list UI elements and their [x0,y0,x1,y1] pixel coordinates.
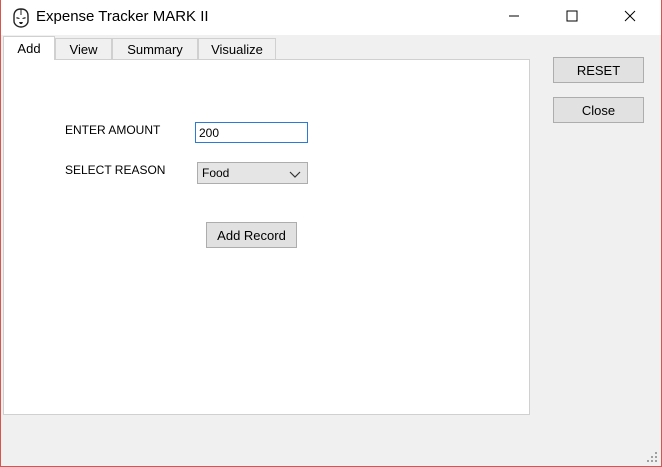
app-window: Expense Tracker MARK II Add View Summary… [0,0,662,467]
chevron-down-icon [289,168,301,178]
close-window-button[interactable] [607,0,653,35]
tab-summary[interactable]: Summary [112,38,198,59]
close-icon [624,10,636,25]
add-tab-panel: ENTER AMOUNT SELECT REASON Food Add Reco… [3,59,530,415]
window-title: Expense Tracker MARK II [36,8,209,25]
amount-label: ENTER AMOUNT [65,123,161,137]
minimize-button[interactable] [491,0,537,35]
maximize-icon [566,10,578,25]
reason-selected-value: Food [202,166,230,180]
reset-button[interactable]: RESET [553,57,644,83]
amount-input[interactable] [195,122,308,143]
tab-view[interactable]: View [55,38,112,59]
tab-visualize[interactable]: Visualize [198,38,276,59]
add-record-button[interactable]: Add Record [206,222,297,248]
maximize-button[interactable] [549,0,595,35]
close-button[interactable]: Close [553,97,644,123]
reason-dropdown[interactable]: Food [197,162,308,184]
resize-grip-icon[interactable] [646,451,658,463]
tab-add[interactable]: Add [3,36,55,60]
reason-label: SELECT REASON [65,163,166,177]
title-bar[interactable]: Expense Tracker MARK II [1,0,661,35]
minimize-icon [508,10,520,25]
iron-helmet-icon [13,8,29,28]
